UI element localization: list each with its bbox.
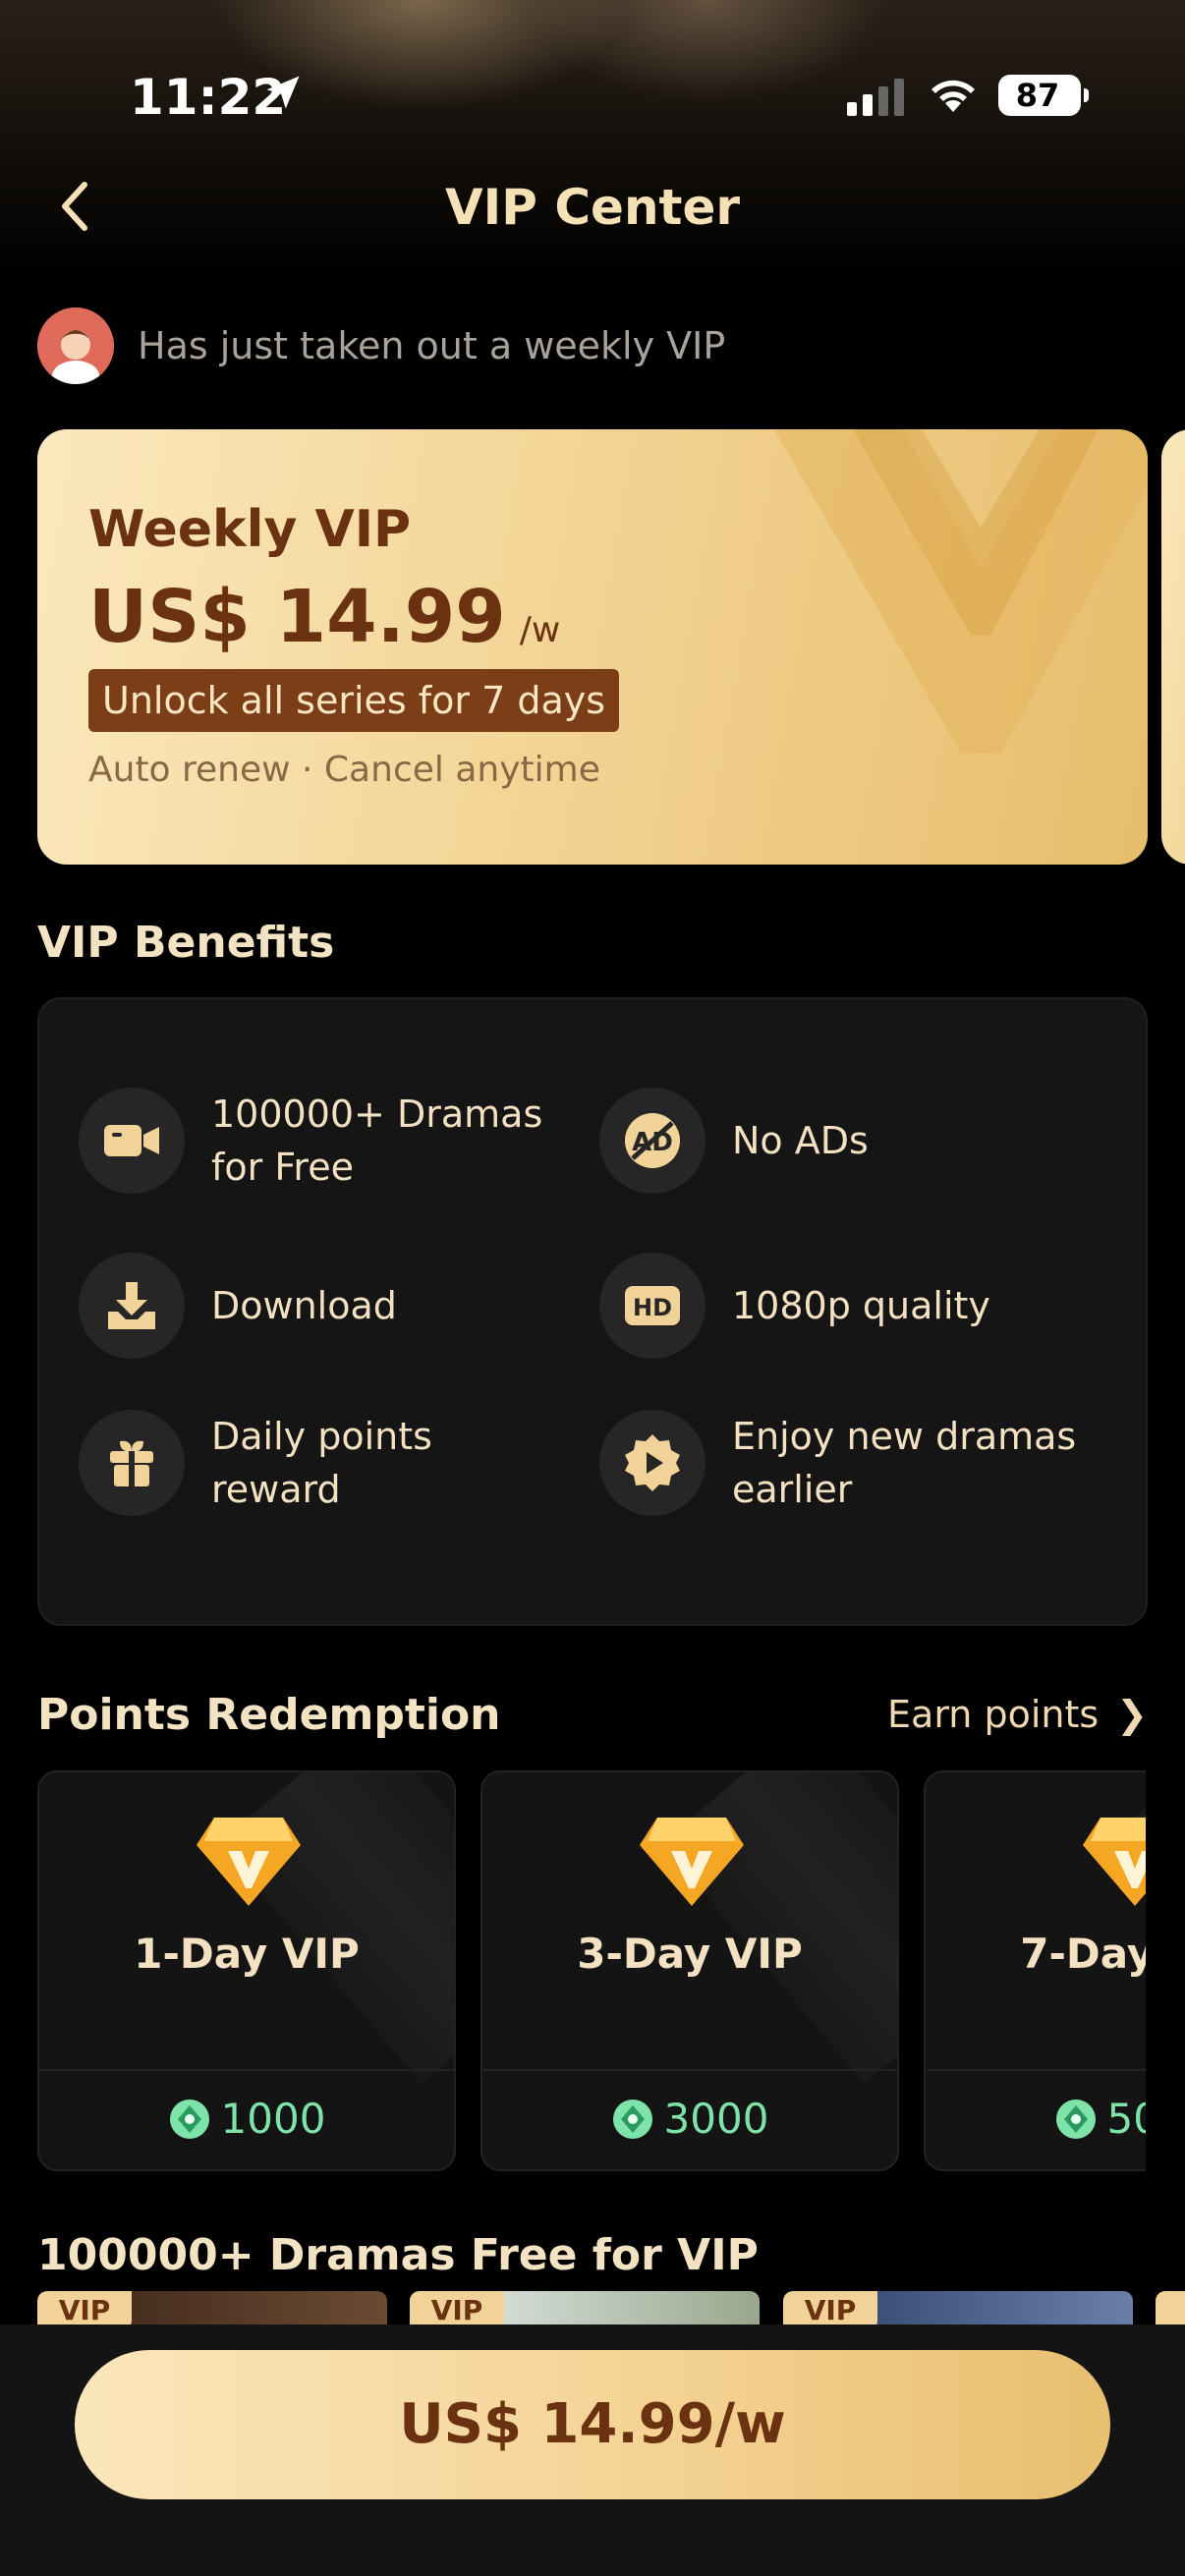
battery-indicator: 87: [998, 75, 1089, 116]
avatar: [37, 308, 114, 384]
drama-poster[interactable]: [1156, 2291, 1185, 2326]
location-arrow-icon: [266, 76, 300, 109]
benefit-item: Download: [39, 1245, 550, 1363]
benefit-item: Enjoy new dramas earlier: [560, 1402, 1076, 1520]
drama-poster[interactable]: VIP: [410, 2291, 760, 2326]
vip-center-screen: 11:22 87 VIP Center Has just taken out a…: [0, 0, 1185, 2576]
benefit-label: Download: [211, 1284, 397, 1327]
redeem-cost-value: 1000: [220, 2095, 326, 2143]
benefit-item: HD 1080p quality: [560, 1245, 1071, 1363]
redeem-cost-value: 3000: [663, 2095, 769, 2143]
early-play-icon: [599, 1410, 705, 1516]
benefit-label: No ADs: [732, 1119, 869, 1162]
no-ads-icon: AD: [599, 1088, 705, 1194]
points-coin-icon: [1055, 2100, 1096, 2139]
redeem-card[interactable]: 3-Day VIP 3000: [480, 1770, 899, 2171]
redeem-name: 1-Day VIP: [134, 1930, 360, 1978]
vip-tag: VIP: [783, 2291, 877, 2326]
drama-poster[interactable]: VIP: [37, 2291, 387, 2326]
plan-note: Auto renew · Cancel anytime: [88, 750, 600, 790]
plan-badge: Unlock all series for 7 days: [88, 669, 620, 732]
vip-tag: VIP: [410, 2291, 504, 2326]
video-camera-icon: [79, 1088, 185, 1194]
page-title: VIP Center: [444, 179, 741, 236]
hd-icon: HD: [599, 1253, 705, 1359]
benefit-item: AD No ADs: [560, 1080, 1071, 1198]
vip-tag: VIP: [37, 2291, 132, 2326]
chevron-right-icon: ❯: [1116, 1693, 1148, 1736]
weekly-plan-card[interactable]: Weekly VIP US$ 14.99/w Unlock all series…: [37, 429, 1148, 865]
plan-name: Weekly VIP: [88, 500, 412, 559]
points-coin-icon: [169, 2100, 209, 2139]
redeem-card[interactable]: 1-Day VIP 1000: [37, 1770, 456, 2171]
earn-points-label: Earn points: [887, 1693, 1100, 1736]
plan-price-value: US$ 14.99: [88, 575, 506, 659]
plan-price-unit: /w: [519, 610, 561, 650]
vip-gem-icon: [640, 1818, 744, 1906]
benefit-item: Daily points reward: [39, 1402, 550, 1520]
status-bar: 11:22 87: [0, 59, 1185, 128]
vip-gem-icon: [197, 1818, 301, 1906]
battery-level: 87: [1015, 77, 1060, 114]
gift-icon: [79, 1410, 185, 1516]
wifi-icon: [931, 80, 975, 112]
subscribe-button[interactable]: US$ 14.99/w: [75, 2350, 1110, 2499]
points-coin-icon: [612, 2100, 652, 2139]
plan-price: US$ 14.99/w: [88, 575, 560, 659]
benefits-section-title: VIP Benefits: [37, 918, 335, 968]
benefit-item: 100000+ Dramas for Free: [39, 1080, 550, 1198]
redeem-cost: 1000: [39, 2095, 454, 2143]
points-section-title: Points Redemption: [37, 1690, 501, 1740]
vip-v-watermark-icon: [774, 429, 1148, 754]
drama-poster-row: VIP VIP VIP: [0, 2291, 1185, 2326]
earn-points-link[interactable]: Earn points ❯: [887, 1693, 1148, 1736]
next-plan-card-peek[interactable]: [1161, 429, 1185, 865]
download-icon: [79, 1253, 185, 1359]
benefit-label: 100000+ Dramas for Free: [211, 1092, 543, 1189]
drama-poster[interactable]: VIP: [783, 2291, 1133, 2326]
header-glow: [0, 0, 1185, 295]
benefits-panel: 100000+ Dramas for Free AD No ADs Downlo…: [37, 997, 1148, 1626]
benefit-label: Enjoy new dramas earlier: [732, 1415, 1077, 1511]
svg-text:HD: HD: [633, 1294, 672, 1321]
redeem-cost: 3000: [482, 2095, 897, 2143]
benefit-label: Daily points reward: [211, 1415, 432, 1511]
purchase-ticker: Has just taken out a weekly VIP: [138, 324, 726, 367]
benefit-label: 1080p quality: [732, 1284, 990, 1327]
redeem-name: 3-Day VIP: [577, 1930, 803, 1978]
dramas-section-title: 100000+ Dramas Free for VIP: [37, 2230, 759, 2280]
cellular-signal-icon: [847, 79, 904, 116]
